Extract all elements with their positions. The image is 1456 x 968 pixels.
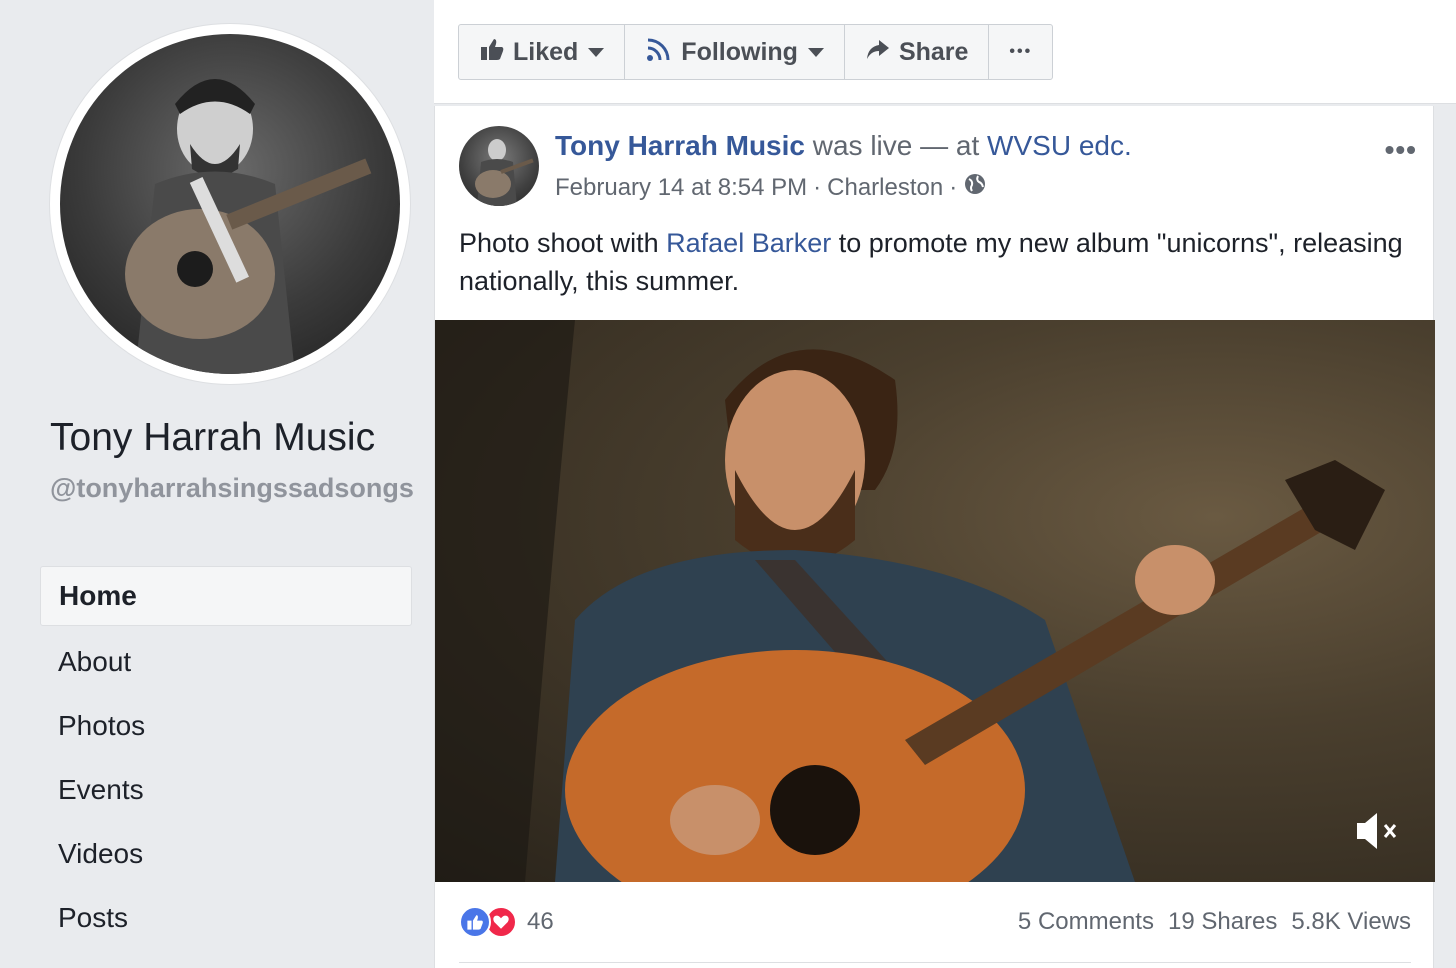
profile-photo-guitarist	[125, 79, 372, 374]
thumbs-up-icon	[479, 36, 513, 69]
post-header: Tony Harrah Music was live — at WVSU edc…	[555, 130, 1132, 162]
nav-item-photos[interactable]: Photos	[40, 694, 412, 758]
meta-separator: ·	[813, 173, 822, 201]
mention-link[interactable]: Rafael Barker	[666, 228, 831, 258]
post-meta: February 14 at 8:54 PM · Charleston ·	[555, 172, 987, 203]
divider	[459, 962, 1411, 963]
globe-icon[interactable]	[963, 172, 987, 203]
post-timestamp[interactable]: February 14 at 8:54 PM	[555, 174, 807, 202]
share-arrow-icon	[865, 36, 899, 69]
page-title[interactable]: Tony Harrah Music	[50, 416, 375, 460]
nav-item-events[interactable]: Events	[40, 758, 412, 822]
more-options-button[interactable]: •••	[989, 25, 1052, 79]
speaker-muted-icon	[1353, 813, 1401, 857]
post-text-start: Photo shoot with	[459, 228, 667, 258]
rss-feed-icon	[645, 35, 681, 70]
post-place[interactable]: Charleston	[827, 174, 943, 202]
following-button[interactable]: Following	[625, 25, 845, 79]
liked-label: Liked	[513, 37, 579, 66]
profile-picture[interactable]	[60, 34, 400, 374]
post-author-avatar[interactable]	[459, 126, 539, 206]
post-options-button[interactable]: •••	[1385, 134, 1417, 166]
meta-separator: ·	[949, 173, 958, 201]
video-frame-guitarist	[435, 320, 1385, 882]
chevron-down-icon	[807, 47, 824, 57]
reaction-count: 46	[527, 908, 554, 935]
comments-count-link[interactable]: 5 Comments	[1018, 908, 1154, 936]
page-sidebar: Tony Harrah Music @tonyharrahsingssadson…	[0, 0, 432, 968]
live-video-post: Tony Harrah Music was live — at WVSU edc…	[434, 106, 1435, 968]
post-author-link[interactable]: Tony Harrah Music	[555, 130, 805, 161]
engagement-stats: 5 Comments 19 Shares 5.8K Views	[1018, 908, 1411, 936]
following-label: Following	[681, 37, 798, 66]
post-engagement-bar: 46 5 Comments 19 Shares 5.8K Views	[459, 902, 1411, 942]
unmute-button[interactable]	[1353, 809, 1401, 858]
post-status-text: was live — at	[812, 130, 980, 161]
nav-item-about[interactable]: About	[40, 630, 412, 694]
more-dots-icon: •••	[1009, 43, 1033, 60]
page-action-bar: Liked Following Share •••	[434, 0, 1456, 104]
nav-item-home[interactable]: Home	[40, 566, 412, 626]
post-text: Photo shoot with Rafael Barker to promot…	[459, 224, 1409, 300]
liked-button[interactable]: Liked	[459, 25, 626, 79]
page-nav: Home About Photos Events Videos Posts	[40, 566, 412, 950]
shares-count-link[interactable]: 19 Shares	[1168, 908, 1277, 936]
action-button-group: Liked Following Share •••	[458, 24, 1054, 80]
nav-item-videos[interactable]: Videos	[40, 822, 412, 886]
share-button[interactable]: Share	[845, 25, 990, 79]
page-handle[interactable]: @tonyharrahsingssadsongs	[50, 472, 415, 504]
views-count: 5.8K Views	[1291, 908, 1411, 935]
profile-picture-frame[interactable]	[50, 24, 410, 384]
share-label: Share	[898, 37, 969, 66]
video-player[interactable]	[435, 320, 1435, 882]
author-avatar-photo	[475, 139, 534, 206]
reactions-summary[interactable]: 46	[459, 906, 554, 938]
location-link[interactable]: WVSU edc.	[987, 130, 1132, 161]
like-reaction-icon	[459, 906, 491, 938]
nav-item-posts[interactable]: Posts	[40, 886, 412, 950]
chevron-down-icon	[588, 47, 605, 57]
